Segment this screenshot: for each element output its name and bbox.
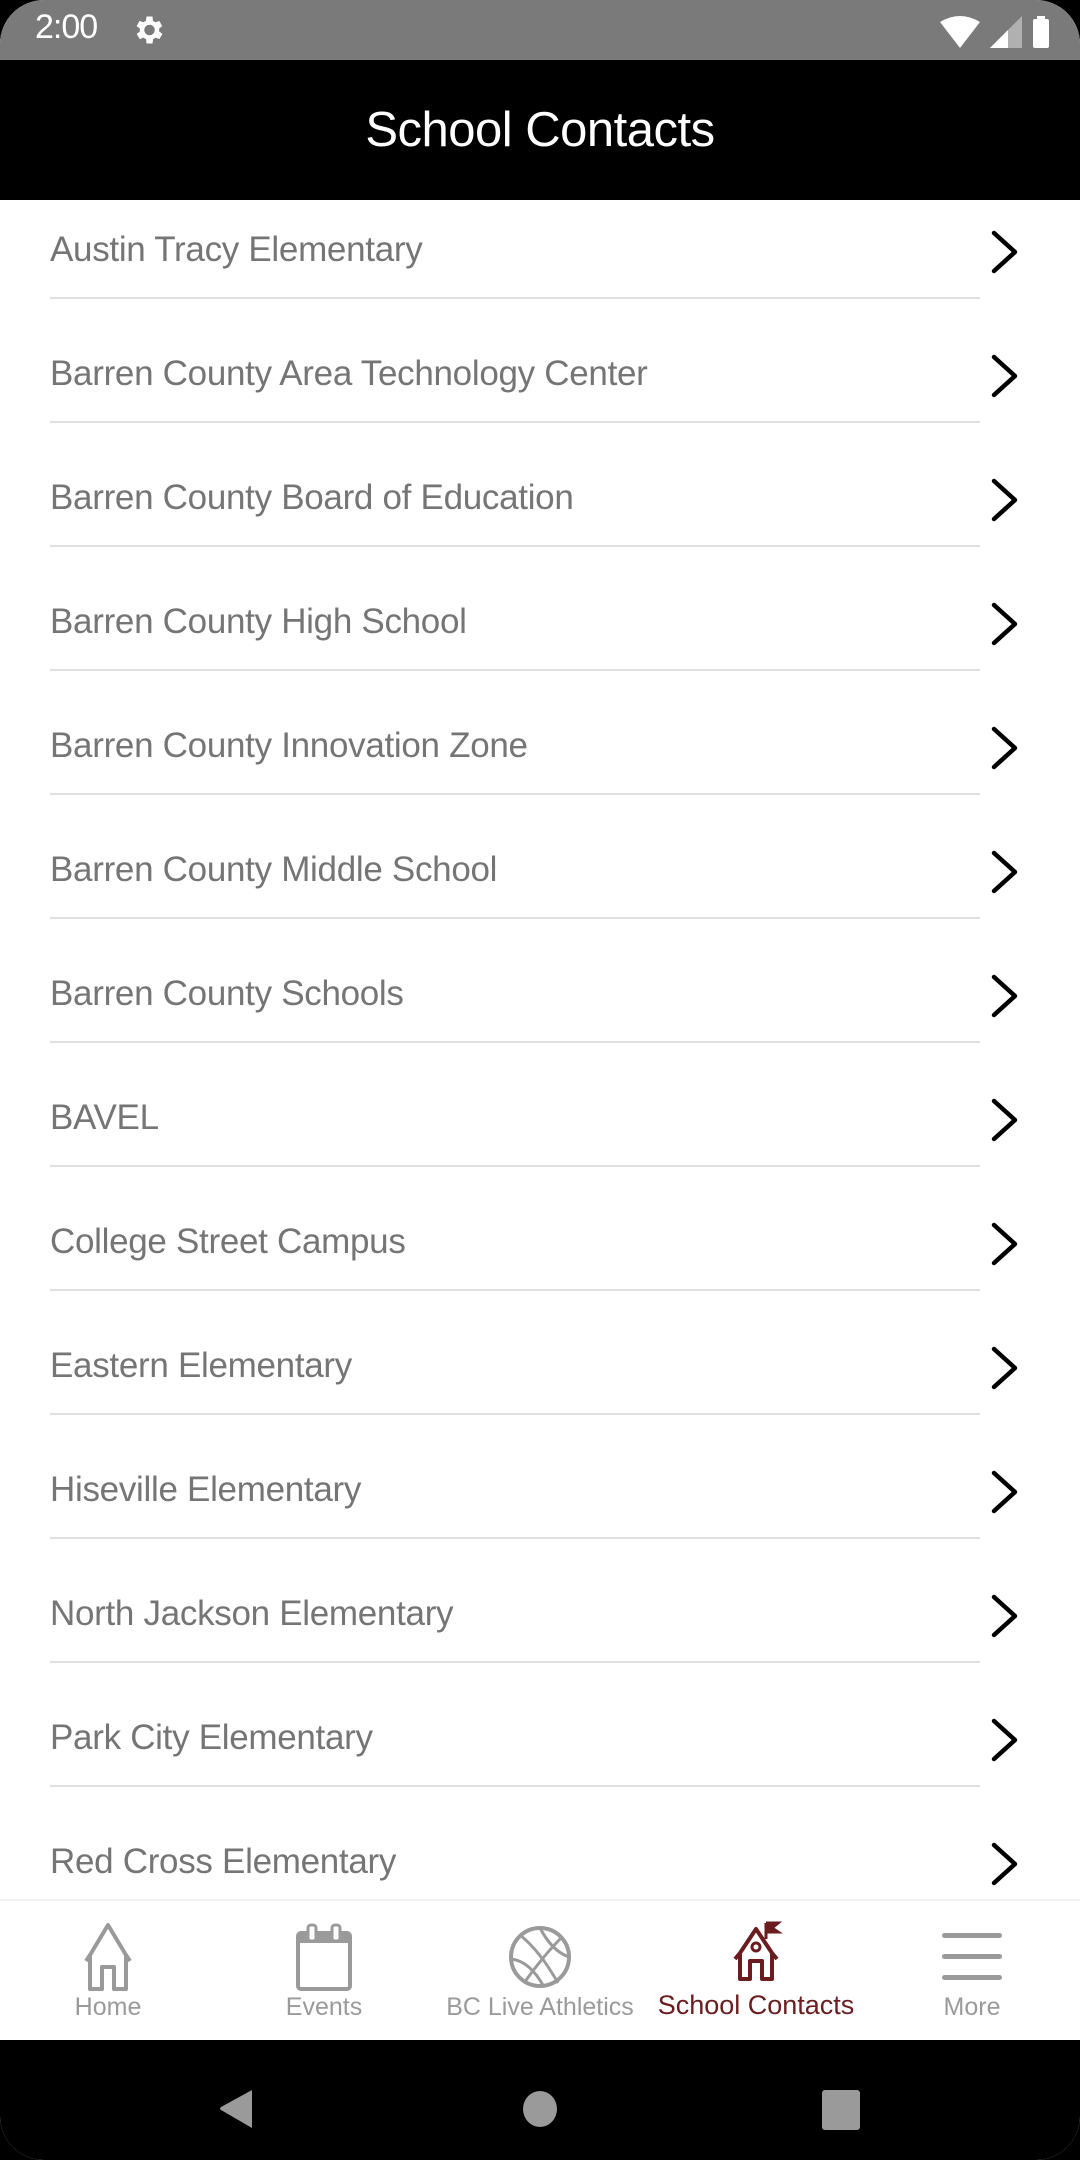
chevron-right-icon (991, 974, 1018, 1018)
status-bar: 2:00 (0, 0, 1080, 60)
chevron-right-icon (991, 850, 1018, 894)
list-divider (50, 917, 980, 919)
list-divider (50, 1537, 980, 1539)
list-divider (50, 1413, 980, 1415)
tab-bc-live-athletics[interactable]: BC Live Athletics (432, 1901, 648, 2042)
list-divider (50, 1165, 980, 1167)
contact-name: BAVEL (50, 1098, 159, 1137)
contact-name: Red Cross Elementary (50, 1842, 397, 1881)
contact-name: Austin Tracy Elementary (50, 230, 423, 269)
tab-more[interactable]: More (864, 1901, 1080, 2042)
status-time: 2:00 (35, 8, 98, 46)
basketball-icon (509, 1926, 571, 1988)
contact-list-item[interactable]: Eastern Elementary (0, 1316, 1080, 1440)
contact-list-item[interactable]: BAVEL (0, 1068, 1080, 1192)
contact-list-item[interactable]: Barren County Innovation Zone (0, 696, 1080, 820)
tab-label: Events (285, 1993, 363, 2021)
chevron-right-icon (991, 1718, 1018, 1762)
chevron-right-icon (991, 726, 1018, 770)
contact-name: Park City Elementary (50, 1718, 373, 1757)
contact-list-item[interactable]: Barren County High School (0, 572, 1080, 696)
contact-list-item[interactable]: Hiseville Elementary (0, 1440, 1080, 1564)
menu-icon (942, 1933, 1002, 1980)
gear-icon (136, 16, 163, 44)
contact-name: Barren County Innovation Zone (50, 726, 528, 765)
calendar-icon (296, 1923, 352, 1991)
contact-name: Barren County High School (50, 602, 467, 641)
contact-name: Barren County Schools (50, 974, 404, 1013)
chevron-right-icon (991, 1842, 1018, 1886)
tab-school-contacts[interactable]: School Contacts (648, 1901, 864, 2042)
tab-label: More (943, 1993, 1001, 2021)
list-divider (50, 1289, 980, 1291)
chevron-right-icon (991, 1470, 1018, 1514)
contact-name: College Street Campus (50, 1222, 406, 1261)
tab-home[interactable]: Home (0, 1901, 216, 2042)
app-bar: School Contacts (0, 60, 1080, 200)
contact-list-item[interactable]: Barren County Middle School (0, 820, 1080, 944)
tab-label: School Contacts (657, 1990, 855, 2020)
tab-label: BC Live Athletics (446, 1993, 634, 2021)
recents-icon[interactable] (822, 2090, 860, 2130)
page-title: School Contacts (365, 103, 715, 157)
wifi-icon (940, 16, 980, 48)
home-nav-icon[interactable] (522, 2090, 558, 2128)
schoolhouse-icon (733, 1921, 783, 1981)
list-divider (50, 1041, 980, 1043)
contact-name: Hiseville Elementary (50, 1470, 362, 1509)
list-divider (50, 669, 980, 671)
list-divider (50, 421, 980, 423)
contact-name: Barren County Middle School (50, 850, 498, 889)
list-divider (50, 297, 980, 299)
back-icon[interactable] (218, 2088, 254, 2130)
chevron-right-icon (991, 1222, 1018, 1266)
contact-list-item[interactable]: College Street Campus (0, 1192, 1080, 1316)
list-divider (50, 1661, 980, 1663)
chevron-right-icon (991, 1594, 1018, 1638)
chevron-right-icon (991, 478, 1018, 522)
contact-name: Barren County Area Technology Center (50, 354, 648, 393)
contact-list-item[interactable]: Barren County Board of Education (0, 448, 1080, 572)
bottom-tab-bar: Home Events BC Live Athletics School Con… (0, 1899, 1080, 2042)
chevron-right-icon (991, 230, 1018, 274)
system-nav-bar (0, 2040, 1080, 2160)
tab-label: Home (74, 1993, 142, 2021)
contact-list-item[interactable]: North Jackson Elementary (0, 1564, 1080, 1688)
contact-list-item[interactable]: Barren County Schools (0, 944, 1080, 1068)
chevron-right-icon (991, 1346, 1018, 1390)
list-divider (50, 793, 980, 795)
list-divider (50, 1785, 980, 1787)
contact-list-item[interactable]: Austin Tracy Elementary (0, 200, 1080, 324)
contact-list-item[interactable]: Barren County Area Technology Center (0, 324, 1080, 448)
contact-list-item[interactable]: Red Cross Elementary (0, 1812, 1080, 1900)
screen: 2:00 School Contacts Austin Tracy Elemen… (0, 0, 1080, 2160)
contact-name: Eastern Elementary (50, 1346, 352, 1385)
battery-icon (1033, 16, 1049, 48)
chevron-right-icon (991, 1098, 1018, 1142)
chevron-right-icon (991, 602, 1018, 646)
contact-name: North Jackson Elementary (50, 1594, 454, 1633)
home-icon (84, 1923, 132, 1991)
contact-list[interactable]: Austin Tracy Elementary Barren County Are… (0, 200, 1080, 1900)
list-divider (50, 545, 980, 547)
tab-events[interactable]: Events (216, 1901, 432, 2042)
contact-list-item[interactable]: Park City Elementary (0, 1688, 1080, 1812)
signal-icon (990, 16, 1022, 48)
chevron-right-icon (991, 354, 1018, 398)
contact-name: Barren County Board of Education (50, 478, 574, 517)
